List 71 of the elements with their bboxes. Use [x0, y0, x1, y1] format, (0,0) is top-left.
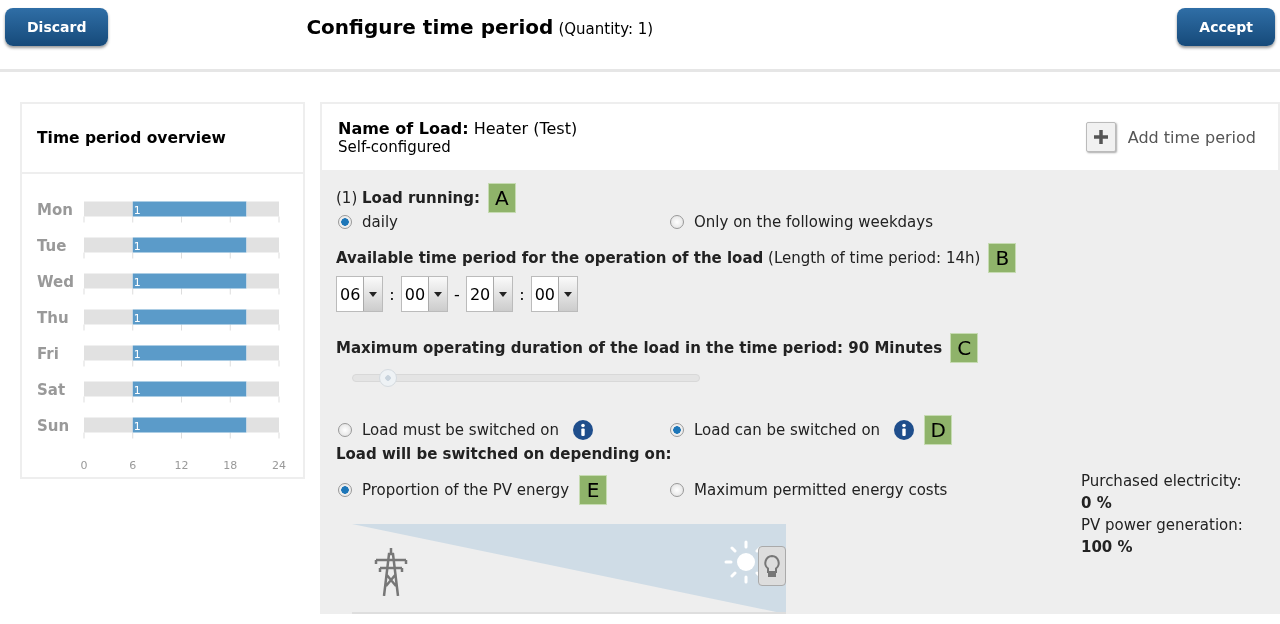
time-separator: -: [454, 284, 460, 304]
power-pylon-icon: [374, 546, 408, 596]
radio-label: Only on the following weekdays: [694, 213, 933, 231]
day-label: Mon: [37, 201, 73, 219]
caret-icon: [434, 291, 443, 297]
quantity-text: (Quantity: 1): [558, 19, 654, 38]
bar-label: 1: [133, 276, 141, 289]
bar-label: 1: [133, 420, 141, 433]
radio-button[interactable]: [338, 423, 352, 437]
bar-label: 1: [133, 384, 141, 397]
section-heading: Maximum operating duration of the load in the time period: 90 Minutes: [336, 339, 943, 357]
time-dropdown[interactable]: 20: [465, 276, 514, 312]
time-separator: :: [519, 284, 525, 304]
time-dropdown[interactable]: 00: [530, 276, 578, 312]
bar-label: 1: [133, 204, 141, 217]
bar-label: 1: [133, 348, 141, 361]
radio-button[interactable]: [670, 215, 684, 229]
section-heading: Load will be switched on depending on:: [336, 445, 672, 463]
stat-value: 0 %: [1081, 493, 1113, 514]
info-icon[interactable]: [572, 420, 593, 440]
stat-label: Purchased electricity:: [1081, 471, 1243, 492]
radio-button[interactable]: [338, 215, 352, 229]
day-label: Thu: [37, 309, 69, 327]
callout-marker: C: [950, 333, 979, 363]
slider-thumb[interactable]: [378, 369, 397, 387]
duration-slider[interactable]: [352, 368, 700, 388]
plus-icon: [1091, 128, 1110, 146]
caret-icon: [369, 291, 378, 297]
add-time-period-button[interactable]: Add time period: [1085, 122, 1256, 152]
callout-marker: E: [579, 475, 608, 505]
day-label: Sun: [37, 417, 70, 435]
radio-button[interactable]: [670, 423, 684, 437]
load-type-text: Self-configured: [338, 137, 452, 156]
radio-button[interactable]: [338, 483, 352, 497]
section-heading: (1) Load running:: [336, 189, 480, 207]
accept-button[interactable]: Accept: [1177, 7, 1275, 46]
callout-marker: D: [924, 415, 953, 445]
radio-label: Proportion of the PV energy: [362, 481, 570, 499]
day-label: Wed: [37, 273, 74, 291]
stat-label: PV power generation:: [1081, 515, 1243, 536]
radio-label: Load must be switched on: [362, 421, 559, 439]
axis-tick-label: 12: [174, 459, 189, 472]
bar-label: 1: [133, 240, 141, 253]
caret-icon: [564, 291, 572, 297]
stat-value: 100 %: [1081, 537, 1134, 558]
caret-icon: [499, 291, 508, 297]
day-label: Fri: [37, 345, 59, 363]
radio-label: Load can be switched on: [694, 421, 881, 439]
axis-tick-label: 6: [129, 459, 137, 472]
day-label: Tue: [37, 237, 67, 255]
axis-tick-label: 18: [223, 459, 238, 472]
axis-tick-label: 24: [272, 459, 286, 472]
time-dropdown[interactable]: 06: [336, 276, 384, 312]
discard-button[interactable]: Discard: [5, 7, 109, 46]
radio-label: Maximum permitted energy costs: [694, 481, 948, 499]
day-label: Sat: [37, 381, 66, 399]
section-heading: Available time period for the operation of the load (Length of time period: 14h): [336, 249, 981, 267]
panel-title: Time period overview: [37, 129, 226, 147]
time-dropdown[interactable]: 00: [400, 276, 449, 312]
radio-label: daily: [362, 213, 398, 231]
radio-button[interactable]: [670, 483, 684, 497]
callout-marker: A: [487, 183, 516, 213]
time-separator: :: [389, 284, 395, 304]
load-name-text: Name of Load: Heater (Test): [338, 118, 578, 138]
lightbulb-icon: [762, 554, 782, 578]
axis-tick-label: 0: [80, 459, 88, 472]
slider-thumb[interactable]: [758, 546, 786, 586]
info-icon[interactable]: [894, 420, 915, 440]
bar-label: 1: [133, 312, 141, 325]
callout-marker: B: [988, 243, 1017, 273]
page-title: Configure time period: [306, 14, 554, 39]
